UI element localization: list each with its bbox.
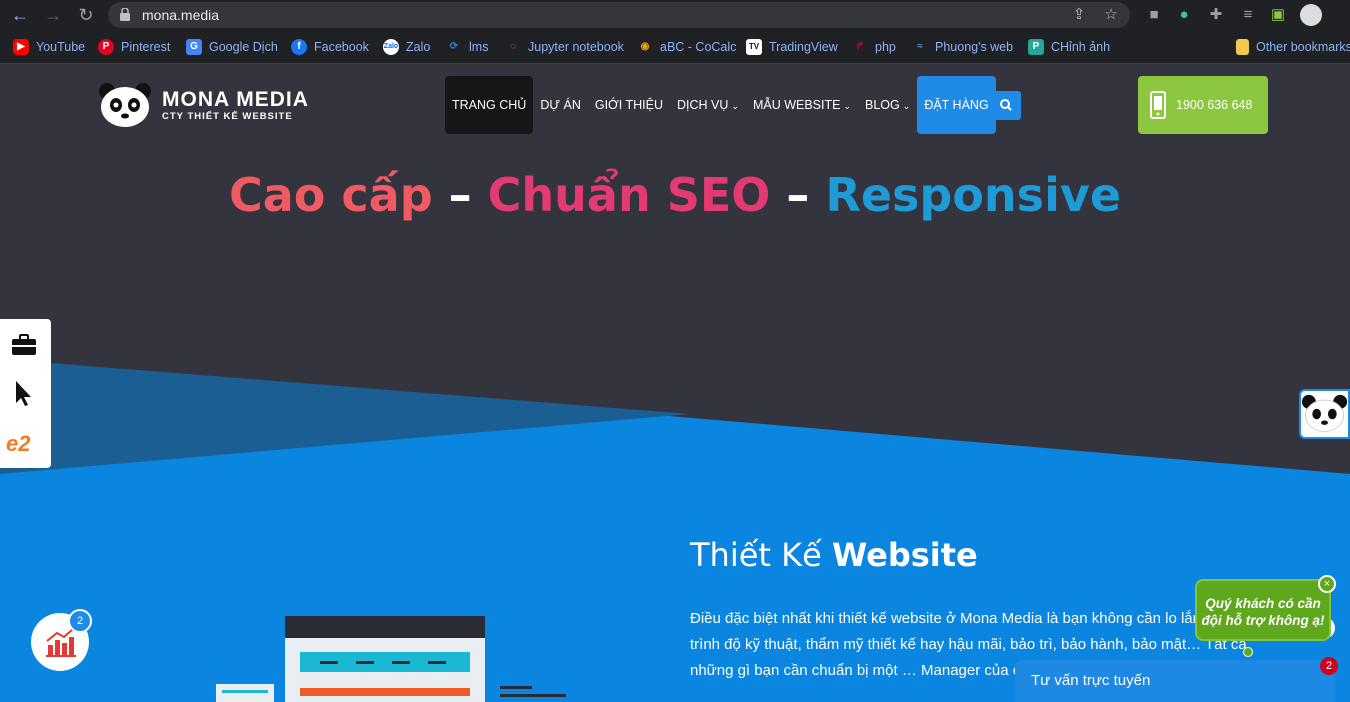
logo-title: MONA MEDIA	[162, 87, 309, 111]
menu-trang-chu[interactable]: TRANG CHỦ	[445, 76, 534, 134]
youtube-icon: ▶	[13, 39, 29, 55]
menu-dich-vu[interactable]: DỊCH VỤ ⌄	[670, 76, 746, 134]
extension-leaf-icon[interactable]: ●	[1174, 5, 1194, 25]
left-floating-toolbar: e2	[0, 319, 51, 468]
panda-icon	[1301, 394, 1348, 432]
site-logo[interactable]: MONA MEDIA CTY THIẾT KẾ WEBSITE	[98, 82, 309, 128]
menu-du-an[interactable]: DỰ ÁN	[533, 76, 588, 134]
bookmark-youtube[interactable]: ▶ YouTube	[13, 38, 85, 56]
share-icon[interactable]: ⇪	[1070, 6, 1088, 24]
bookmark-facebook[interactable]: f Facebook	[291, 38, 369, 56]
bookmark-tradingview[interactable]: TV TradingView	[746, 38, 838, 56]
bookmark-phuongs-web[interactable]: ≈ Phuong's web	[912, 38, 1013, 56]
logo-subtitle: CTY THIẾT KẾ WEBSITE	[162, 110, 293, 122]
bookmark-pinterest[interactable]: P Pinterest	[98, 38, 170, 56]
bookmark-star-icon[interactable]: ☆	[1102, 6, 1120, 24]
chat-prompt-bubble[interactable]: Quý khách có cần đội hỗ trợ không ạ!	[1195, 579, 1331, 641]
search-icon	[1000, 99, 1012, 111]
url-text: mona.media	[142, 7, 220, 23]
web-icon: ≈	[917, 41, 923, 52]
browser-toolbar: ← → ↻ mona.media ⇪ ☆ ■ ● ✚ ≡ ▣	[0, 0, 1350, 30]
forward-arrow-icon[interactable]: →	[41, 3, 65, 27]
phone-icon	[1150, 91, 1166, 119]
lms-icon: ⟳	[449, 41, 459, 52]
bookmark-other[interactable]: Other bookmarks	[1236, 38, 1350, 56]
address-bar[interactable]: mona.media ⇪ ☆	[108, 2, 1130, 28]
cocalc-icon: ◉	[640, 41, 650, 52]
section-title: Thiết Kế Website	[690, 536, 978, 574]
pinterest-icon: P	[98, 39, 114, 55]
tradingview-icon: TV	[746, 39, 762, 55]
chevron-down-icon: ⌄	[731, 101, 739, 111]
close-icon[interactable]: ×	[1318, 575, 1336, 593]
hero-tagline: Cao cấp – Chuẩn SEO – Responsive	[0, 168, 1350, 222]
folder-icon	[1236, 39, 1249, 55]
briefcase-icon[interactable]	[10, 331, 38, 359]
chat-notification-badge: 2	[1320, 657, 1338, 675]
bookmarks-bar: ▶ YouTube P Pinterest G Google Dịch f Facebo…	[0, 30, 1350, 64]
bookmark-php[interactable]: ↱ php	[852, 38, 896, 56]
photo-edit-icon: P	[1028, 39, 1044, 55]
panda-chat-icon[interactable]	[1299, 389, 1350, 439]
chevron-down-icon: ⌄	[843, 101, 852, 111]
bookmark-jupyter[interactable]: ◌ Jupyter notebook	[505, 38, 624, 56]
hero-part-seo: Chuẩn SEO	[487, 168, 771, 222]
hero-separator: –	[770, 168, 826, 222]
web-page: MONA MEDIA CTY THIẾT KẾ WEBSITE TRANG CH…	[0, 64, 1350, 702]
bookmark-lms[interactable]: ⟳ lms	[446, 38, 489, 56]
panda-logo-icon	[99, 83, 151, 127]
hero-separator: –	[432, 168, 488, 222]
order-button[interactable]: ĐẶT HÀNG	[917, 76, 996, 134]
zalo-icon: Zalo	[383, 39, 399, 55]
cursor-arrow-icon[interactable]	[10, 379, 38, 407]
lock-icon	[120, 8, 130, 21]
jupyter-icon: ◌	[510, 41, 516, 52]
media-control-icon[interactable]: ≡	[1238, 5, 1258, 25]
bookmark-chinh-anh[interactable]: P CHỉnh ảnh	[1028, 38, 1110, 56]
bookmark-cocalc[interactable]: ◉ aBC - CoCalc	[637, 38, 737, 56]
back-arrow-icon[interactable]: ←	[8, 3, 32, 27]
main-menu: TRANG CHỦ DỰ ÁN GIỚI THIỆU DỊCH VỤ ⌄ MẪU …	[445, 76, 996, 134]
search-button[interactable]	[991, 91, 1021, 120]
svg-text:e2: e2	[6, 431, 31, 456]
website-illustration	[216, 616, 566, 702]
profile-avatar[interactable]	[1300, 4, 1322, 26]
extension-dark-icon[interactable]: ■	[1144, 5, 1164, 25]
bookmark-zalo[interactable]: Zalo Zalo	[383, 38, 430, 56]
stats-badge: 2	[68, 609, 92, 633]
menu-gioi-thieu[interactable]: GIỚI THIỆU	[588, 76, 670, 134]
hero-part-responsive: Responsive	[825, 168, 1122, 222]
hero-part-premium: Cao cấp	[228, 168, 433, 222]
hotline-button[interactable]: 1900 636 648	[1138, 76, 1268, 134]
reload-icon[interactable]: ↻	[74, 3, 98, 27]
chevron-down-icon: ⌄	[902, 101, 911, 111]
live-chat-bar[interactable]: Tư vấn trực tuyến	[1015, 660, 1335, 702]
menu-mau-website[interactable]: MẪU WEBSITE ⌄	[746, 76, 858, 134]
side-panel-icon[interactable]: ▣	[1268, 5, 1288, 25]
menu-blog[interactable]: BLOG ⌄	[858, 76, 917, 134]
extensions-puzzle-icon[interactable]: ✚	[1206, 5, 1226, 25]
php-icon: ↱	[855, 41, 865, 52]
facebook-icon: f	[291, 39, 307, 55]
bookmark-google-translate[interactable]: G Google Dịch	[186, 38, 278, 56]
google-translate-icon: G	[186, 39, 202, 55]
hotline-number: 1900 636 648	[1176, 98, 1253, 112]
chat-connector-dot	[1243, 647, 1253, 657]
alibaba-icon[interactable]: e2	[4, 429, 46, 457]
